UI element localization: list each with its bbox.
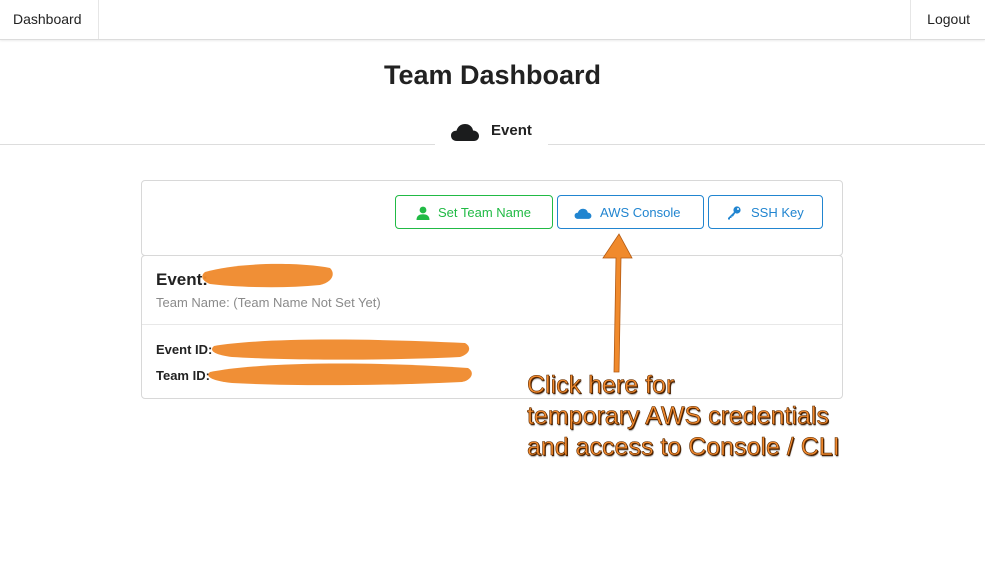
nav-logout-link[interactable]: Logout <box>910 0 985 39</box>
ssh-key-label: SSH Key <box>751 205 804 220</box>
aws-console-label: AWS Console <box>600 205 681 220</box>
annotation-line: Click here for <box>527 371 675 400</box>
tab-event[interactable]: Event <box>435 112 548 148</box>
cloud-icon <box>451 124 479 141</box>
team-id-label: Team ID: <box>156 368 210 383</box>
set-team-name-button[interactable]: Set Team Name <box>395 195 553 229</box>
top-navbar: Dashboard Logout <box>0 0 985 40</box>
annotation-line: and access to Console / CLI <box>527 433 840 462</box>
annotation-line: temporary AWS credentials <box>527 402 830 431</box>
cloud-icon <box>574 208 592 219</box>
tab-event-label: Event <box>491 122 532 139</box>
event-id-label: Event ID: <box>156 342 213 357</box>
event-title: Event: <box>156 270 208 289</box>
nav-dashboard-link[interactable]: Dashboard <box>0 0 99 39</box>
event-card-header: Event: Team Name: (Team Name Not Set Yet… <box>142 256 842 325</box>
aws-console-button[interactable]: AWS Console <box>557 195 704 229</box>
ssh-key-button[interactable]: SSH Key <box>708 195 823 229</box>
user-icon <box>416 206 430 220</box>
page-title: Team Dashboard <box>383 60 602 90</box>
team-name-text: Team Name: (Team Name Not Set Yet) <box>156 295 381 310</box>
key-icon <box>728 206 741 220</box>
annotation-callout-text: Click here for temporary AWS credentials… <box>527 370 967 463</box>
set-team-name-label: Set Team Name <box>438 205 531 220</box>
